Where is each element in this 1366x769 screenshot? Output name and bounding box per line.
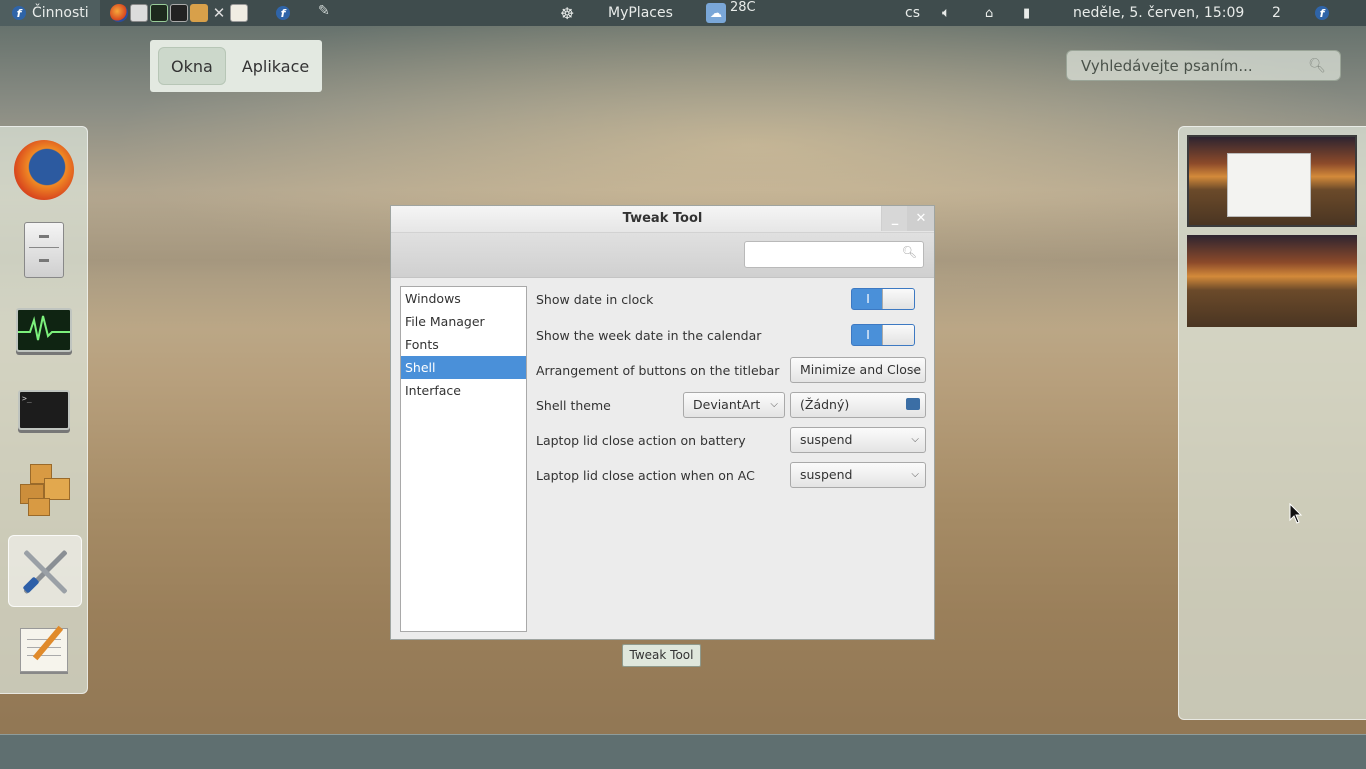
- fedora-menu-icon[interactable]: f: [276, 6, 290, 20]
- category-list: Windows File Manager Fonts Shell Interfa…: [400, 286, 527, 632]
- dash-system-monitor[interactable]: [8, 295, 80, 365]
- packages-icon: [16, 464, 72, 516]
- category-fonts[interactable]: Fonts: [401, 333, 526, 356]
- tweak-tool-window[interactable]: Tweak Tool _ ✕ 🔍︎ Windows File Manager F…: [390, 205, 935, 640]
- firefox-icon: [14, 140, 74, 200]
- switch-knob: [882, 325, 914, 345]
- setting-label: Shell theme: [536, 397, 611, 413]
- keyboard-layout-indicator[interactable]: cs: [905, 0, 920, 26]
- weather-indicator[interactable]: ☁ 28C: [706, 0, 756, 26]
- show-week-switch[interactable]: I: [851, 324, 915, 346]
- places-menu[interactable]: MyPlaces: [608, 0, 673, 26]
- workspace-panel: [1178, 126, 1366, 720]
- search-icon: 🔍︎: [1308, 57, 1326, 74]
- setting-shell-theme: Shell theme: [536, 392, 611, 418]
- files-launcher-icon[interactable]: [130, 4, 148, 22]
- lid-battery-combo[interactable]: suspend ⌵: [790, 427, 926, 453]
- category-shell[interactable]: Shell: [401, 356, 526, 379]
- dash-packages[interactable]: [8, 455, 80, 525]
- tweak-tool-window-thumbnail[interactable]: [1227, 153, 1311, 217]
- user-menu-fedora-icon[interactable]: f: [1315, 6, 1329, 20]
- network-icon[interactable]: ⌂: [985, 0, 993, 26]
- dash-tweak-tool[interactable]: [8, 535, 82, 607]
- setting-show-week: Show the week date in the calendar I: [536, 322, 925, 348]
- workspace-thumbnail-2[interactable]: [1187, 235, 1357, 327]
- window-toolbar: 🔍︎: [391, 233, 934, 278]
- category-file-manager[interactable]: File Manager: [401, 310, 526, 333]
- switch-knob: [882, 289, 914, 309]
- chevron-down-icon: ⌵: [911, 469, 919, 480]
- setting-show-date: Show date in clock I: [536, 286, 925, 312]
- tab-windows[interactable]: Okna: [158, 47, 226, 85]
- tweak-tool-icon: [17, 543, 73, 599]
- setting-lid-ac: Laptop lid close action when on AC: [536, 462, 755, 488]
- window-title: Tweak Tool: [622, 211, 703, 226]
- packages-launcher-icon[interactable]: [190, 4, 208, 22]
- mouse-pointer-icon: [1289, 503, 1303, 524]
- tab-applications[interactable]: Aplikace: [230, 48, 321, 84]
- quick-launchers: ✕: [110, 4, 248, 22]
- message-tray: [0, 734, 1366, 769]
- folder-icon: [906, 398, 920, 410]
- view-selector: Okna Aplikace: [150, 40, 322, 92]
- shell-theme-combo[interactable]: DeviantArt ⌵: [683, 392, 785, 418]
- weather-cloud-icon: ☁: [706, 3, 726, 23]
- system-monitor-icon: [16, 308, 72, 352]
- setting-label: Arrangement of buttons on the titlebar: [536, 362, 780, 378]
- overview-search-input[interactable]: Vyhledávejte psaním... 🔍︎: [1066, 50, 1341, 81]
- minimize-button[interactable]: _: [881, 206, 908, 231]
- editor-launcher-icon[interactable]: [230, 4, 248, 22]
- lid-ac-combo[interactable]: suspend ⌵: [790, 462, 926, 488]
- gnome-foot-icon[interactable]: ☸: [560, 0, 574, 26]
- show-date-switch[interactable]: I: [851, 288, 915, 310]
- search-icon: 🔍︎: [901, 245, 917, 259]
- setting-label: Show the week date in the calendar: [536, 327, 762, 343]
- clock[interactable]: neděle, 5. červen, 15:09: [1073, 0, 1244, 26]
- activities-button[interactable]: f Činnosti: [0, 0, 100, 26]
- close-button[interactable]: ✕: [907, 206, 934, 231]
- top-bar: f Činnosti ✕ f ✎ ☸ MyPlaces ☁ 28C cs 🔈︎ …: [0, 0, 1366, 26]
- setting-lid-battery: Laptop lid close action on battery: [536, 427, 746, 453]
- dash-firefox[interactable]: [8, 135, 80, 205]
- button-arrangement-combo[interactable]: Minimize and Close ⌵: [790, 357, 926, 383]
- dash-text-editor[interactable]: [8, 615, 80, 685]
- fedora-icon: f: [12, 6, 26, 20]
- workspace-thumbnail-1[interactable]: [1187, 135, 1357, 227]
- dash-files[interactable]: [8, 215, 80, 285]
- file-cabinet-icon: [24, 222, 64, 278]
- category-windows[interactable]: Windows: [401, 287, 526, 310]
- workspace-indicator[interactable]: 2: [1272, 0, 1281, 26]
- window-caption[interactable]: Tweak Tool: [622, 644, 701, 667]
- chevron-down-icon: ⌵: [911, 364, 919, 375]
- category-interface[interactable]: Interface: [401, 379, 526, 402]
- setting-button-arrangement: Arrangement of buttons on the titlebar: [536, 357, 779, 383]
- terminal-launcher-icon[interactable]: [170, 4, 188, 22]
- setting-label: Laptop lid close action when on AC: [536, 467, 755, 483]
- terminal-icon: >_: [18, 390, 70, 430]
- tools-launcher-icon[interactable]: ✕: [210, 4, 228, 22]
- monitor-launcher-icon[interactable]: [150, 4, 168, 22]
- firefox-launcher-icon[interactable]: [110, 4, 128, 22]
- search-placeholder: Vyhledávejte psaním...: [1081, 56, 1253, 75]
- dash: >_: [0, 126, 88, 694]
- volume-icon[interactable]: 🔈︎: [942, 0, 950, 26]
- pen-icon[interactable]: ✎: [318, 3, 330, 19]
- chevron-down-icon: ⌵: [770, 399, 778, 410]
- setting-label: Show date in clock: [536, 291, 654, 307]
- tweak-search-input[interactable]: 🔍︎: [744, 241, 924, 268]
- activities-label: Činnosti: [32, 5, 89, 21]
- shell-theme-file-button[interactable]: (Žádný): [790, 392, 926, 418]
- chevron-down-icon: ⌵: [911, 434, 919, 445]
- dash-terminal[interactable]: >_: [8, 375, 80, 445]
- battery-icon[interactable]: ▮: [1023, 0, 1030, 26]
- text-editor-icon: [20, 625, 68, 672]
- window-titlebar[interactable]: Tweak Tool _ ✕: [391, 206, 934, 233]
- setting-label: Laptop lid close action on battery: [536, 432, 746, 448]
